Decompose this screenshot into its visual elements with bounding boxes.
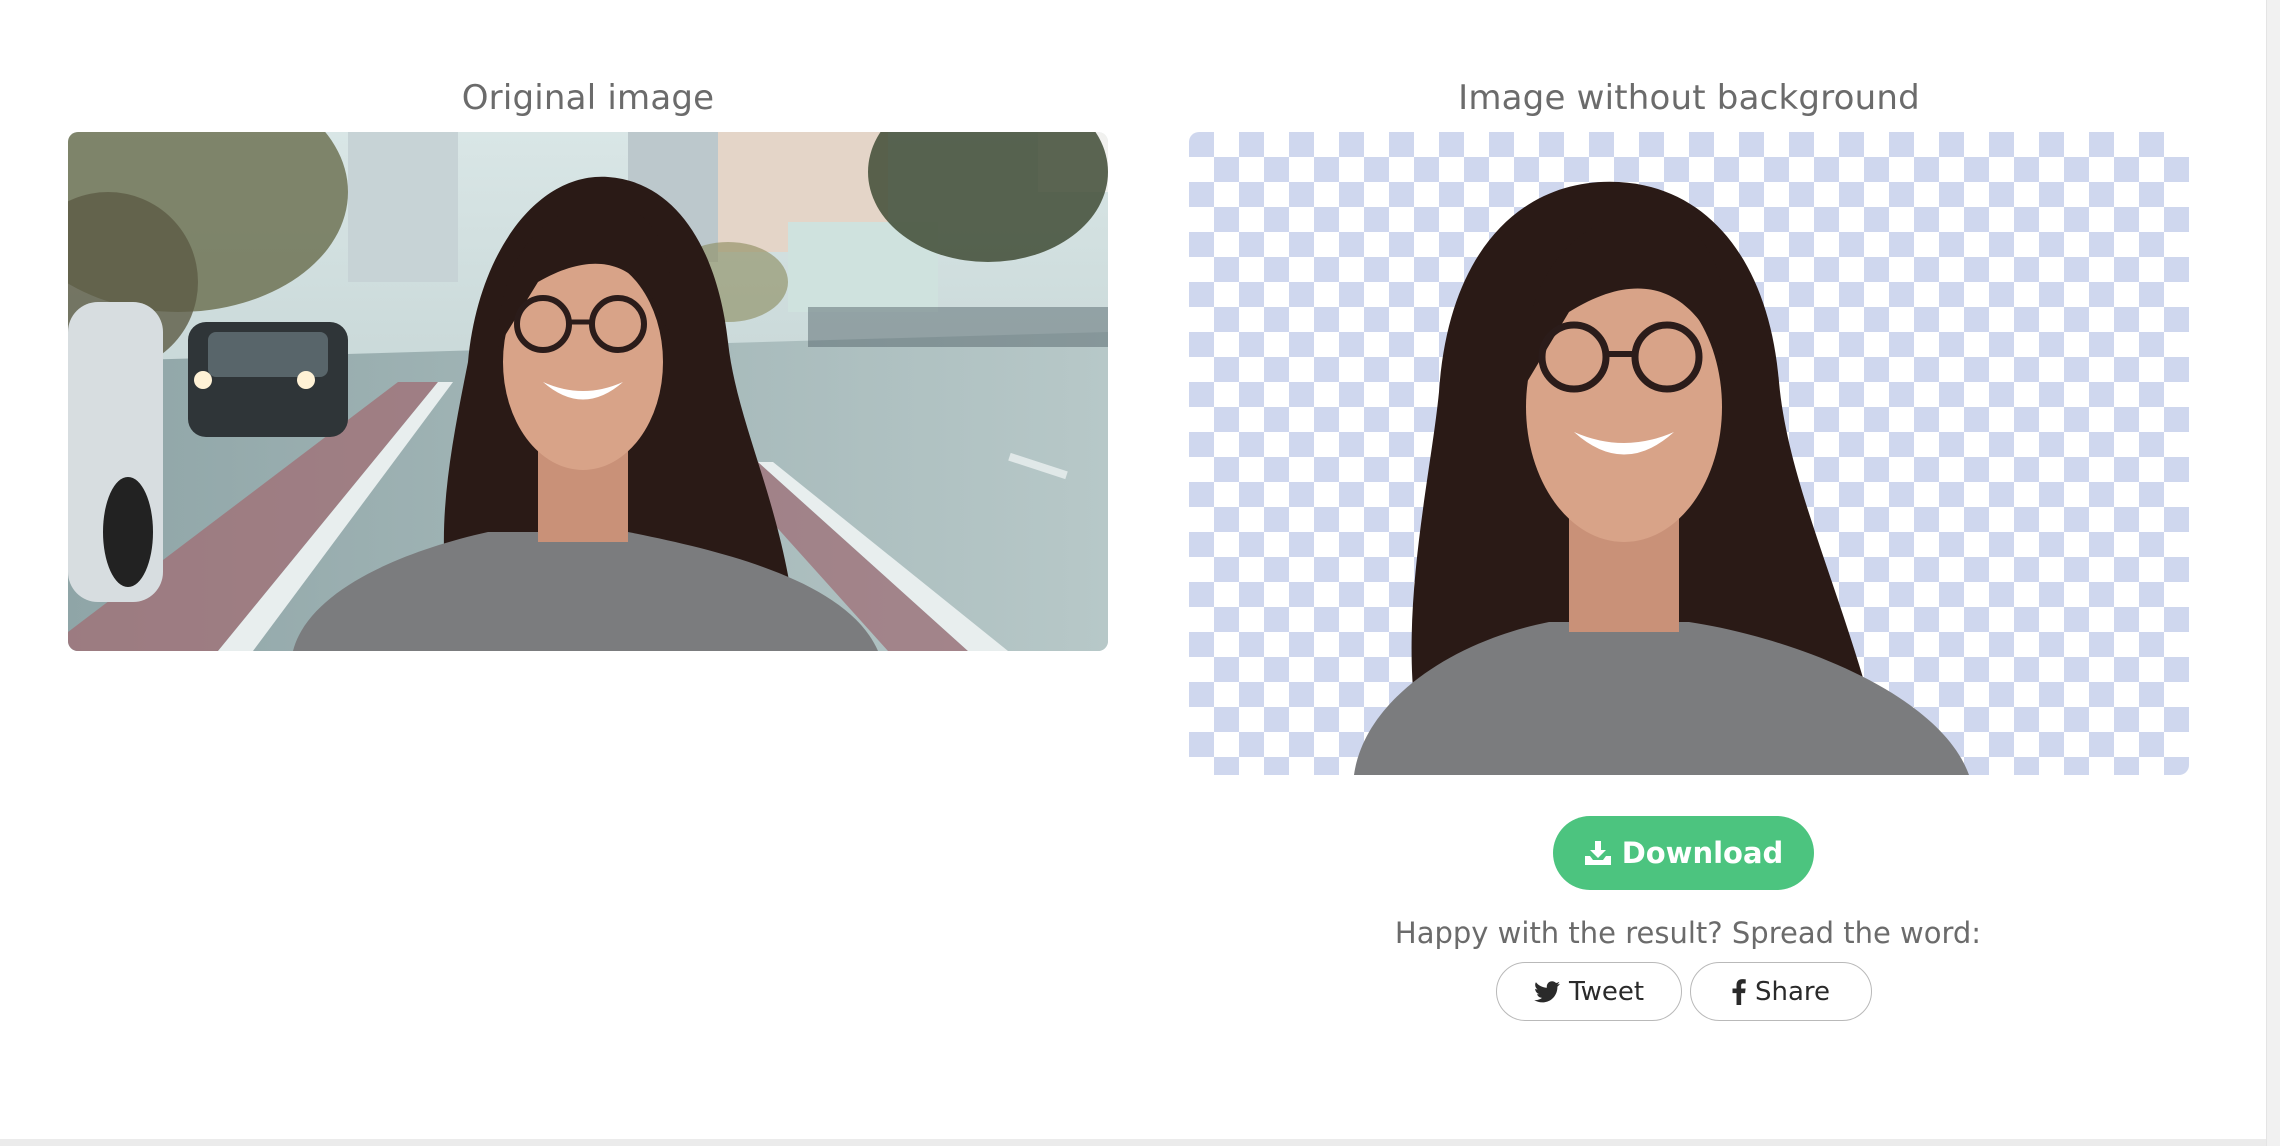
tweet-label: Tweet [1568, 976, 1645, 1007]
share-label: Share [1754, 976, 1831, 1007]
download-button[interactable]: Download [1553, 816, 1814, 890]
scrollbar[interactable] [2266, 0, 2280, 1146]
result-image [1189, 132, 2189, 775]
result-image-title: Image without background [1458, 78, 1920, 118]
page: Original image Image without background … [0, 0, 2266, 1139]
download-icon [1584, 840, 1612, 866]
download-label: Download [1621, 836, 1784, 870]
twitter-icon [1534, 980, 1560, 1003]
original-image [68, 132, 1108, 651]
facebook-icon [1732, 978, 1746, 1005]
facebook-share-button[interactable]: Share [1690, 962, 1872, 1021]
original-image-title: Original image [461, 78, 715, 118]
share-prompt: Happy with the result? Spread the word: [1394, 916, 1982, 950]
tweet-button[interactable]: Tweet [1496, 962, 1682, 1021]
